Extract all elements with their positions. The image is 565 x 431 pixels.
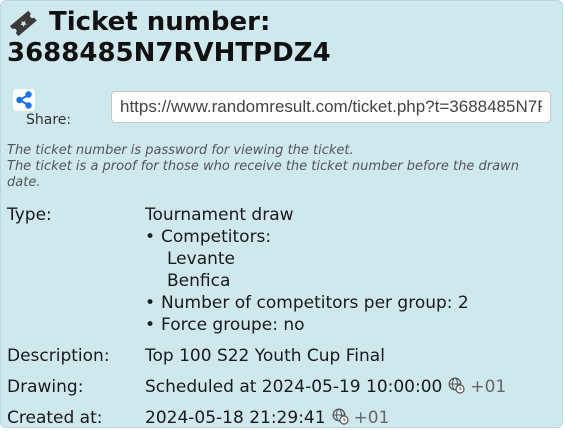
competitor-item: Levante: [167, 249, 236, 269]
note-password: The ticket number is password for viewin…: [7, 143, 354, 158]
ticket-notes: The ticket number is password for viewin…: [7, 143, 552, 191]
page-title: Ticket number: 3688485N7RVHTPDZ4: [7, 7, 331, 69]
drawing-row: Scheduled at 2024-05-19 10:00:00 +01: [145, 376, 506, 398]
type-value: Tournament draw: [145, 205, 294, 225]
title-prefix: Ticket number:: [49, 7, 271, 37]
share-label: Share:: [26, 112, 72, 128]
note-proof: The ticket is a proof for those who rece…: [7, 159, 519, 190]
created-value: 2024-05-18 21:29:41: [145, 408, 326, 428]
globe-clock-icon[interactable]: [448, 377, 465, 394]
created-label: Created at:: [7, 408, 103, 428]
competitors-label: Competitors:: [145, 226, 469, 248]
ticket-icon: [7, 9, 39, 37]
created-row: 2024-05-18 21:29:41 +01: [145, 407, 389, 429]
ticket-card: Ticket number: 3688485N7RVHTPDZ4 Share: …: [0, 0, 563, 428]
competitor-item: Benfica: [167, 271, 231, 291]
created-timezone: +01: [353, 408, 390, 428]
per-group-setting: Number of competitors per group: 2: [145, 292, 469, 314]
type-value-block: Tournament draw Competitors: Levante Ben…: [145, 204, 469, 336]
drawing-label: Drawing:: [7, 377, 84, 397]
drawing-value: Scheduled at 2024-05-19 10:00:00: [145, 377, 443, 397]
description-value: Top 100 S22 Youth Cup Final: [145, 346, 385, 366]
ticket-url-field[interactable]: [111, 91, 551, 123]
force-groupe-setting: Force groupe: no: [145, 314, 469, 336]
type-label: Type:: [7, 205, 52, 225]
share-icon[interactable]: [13, 89, 35, 111]
description-label: Description:: [7, 346, 110, 366]
ticket-number: 3688485N7RVHTPDZ4: [7, 38, 331, 68]
drawing-timezone: +01: [470, 377, 507, 397]
globe-clock-icon[interactable]: [332, 408, 349, 425]
